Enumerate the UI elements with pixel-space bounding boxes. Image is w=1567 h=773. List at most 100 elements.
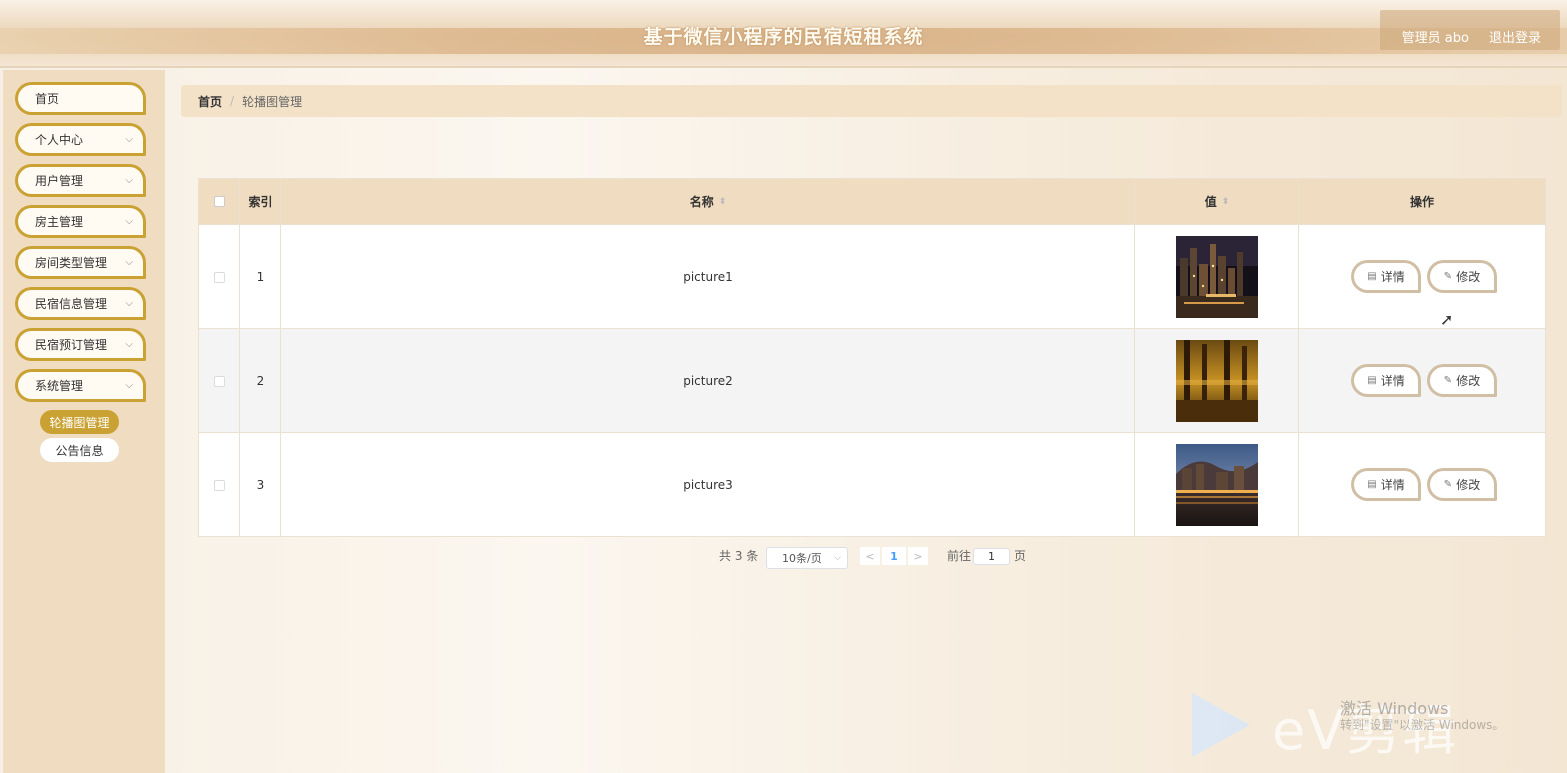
detail-button-label: 详情 [1380, 478, 1405, 492]
sidebar-item-label: 用户管理 [35, 174, 84, 188]
row-checkbox-cell [199, 433, 240, 537]
sidebar-item-profile[interactable]: 个人中心 ⌵ [15, 123, 146, 156]
row-checkbox-cell [199, 225, 240, 329]
column-header-name[interactable]: 名称 ⬍ [281, 179, 1135, 224]
windows-activation-hint: 转到"设置"以激活 Windows。 [1340, 718, 1505, 732]
column-header-name-label: 名称 [689, 195, 714, 209]
sidebar-item-label: 民宿信息管理 [35, 297, 108, 311]
row-checkbox-cell [199, 329, 240, 433]
page-size-select[interactable]: 10条/页 ⌵ [766, 547, 848, 569]
page-number-current[interactable]: 1 [882, 547, 906, 565]
carousel-table: 索引 名称 ⬍ 值 ⬍ 操作 1 picture1 ▤ 详情 ✎ 修改 2 pi… [198, 178, 1546, 537]
column-header-index: 索引 [248, 195, 273, 209]
pencil-icon: ✎ [1443, 479, 1453, 490]
row-name: picture1 [683, 270, 733, 284]
logout-link[interactable]: 退出登录 [1489, 27, 1541, 46]
top-header: 基于微信小程序的民宿短租系统 管理员 abo 退出登录 [0, 0, 1567, 68]
edit-button-label: 修改 [1456, 478, 1481, 492]
header-user-area: 管理员 abo 退出登录 [1402, 27, 1541, 46]
breadcrumb: 首页 / 轮播图管理 [181, 85, 1562, 117]
document-icon: ▤ [1367, 271, 1377, 282]
sort-icon[interactable]: ⬍ [1222, 197, 1230, 207]
table-row: 1 picture1 ▤ 详情 ✎ 修改 [199, 224, 1545, 328]
sidebar-item-homestay-info[interactable]: 民宿信息管理 ⌵ [15, 287, 146, 320]
prev-page-button[interactable]: < [860, 547, 880, 565]
sidebar-item-room-types[interactable]: 房间类型管理 ⌵ [15, 246, 146, 279]
column-divider [1134, 179, 1135, 536]
edit-button[interactable]: ✎ 修改 [1427, 468, 1497, 501]
sidebar-item-label: 系统管理 [35, 379, 84, 393]
breadcrumb-separator: / [230, 94, 235, 108]
city-dusk-reflection-thumbnail[interactable] [1176, 444, 1258, 526]
breadcrumb-current: 轮播图管理 [242, 94, 303, 109]
detail-button[interactable]: ▤ 详情 [1351, 468, 1421, 501]
sidebar-subitem-notices[interactable]: 公告信息 [40, 438, 119, 462]
row-name: picture3 [683, 478, 733, 492]
row-image-cell [1135, 329, 1299, 433]
sidebar-item-landlords[interactable]: 房主管理 ⌵ [15, 205, 146, 238]
sidebar-item-users[interactable]: 用户管理 ⌵ [15, 164, 146, 197]
column-divider [1298, 179, 1299, 536]
pencil-icon: ✎ [1443, 271, 1453, 282]
chevron-up-icon: ⌵ [125, 380, 133, 391]
sidebar-item-system[interactable]: 系统管理 ⌵ [15, 369, 146, 402]
detail-button-label: 详情 [1380, 374, 1405, 388]
goto-label: 前往 [947, 549, 972, 563]
column-divider [239, 179, 240, 536]
row-checkbox[interactable] [214, 479, 225, 491]
pencil-icon: ✎ [1443, 375, 1453, 386]
select-all-checkbox[interactable] [214, 196, 225, 207]
row-image-cell [1135, 225, 1299, 329]
row-index: 3 [256, 478, 265, 492]
chevron-down-icon: ⌵ [125, 175, 133, 186]
table-row: 2 picture2 ▤ 详情 ✎ 修改 [199, 328, 1545, 432]
edit-button-label: 修改 [1456, 374, 1481, 388]
page-size-value: 10条/页 [782, 552, 822, 565]
column-header-value[interactable]: 值 ⬍ [1135, 179, 1299, 224]
header-checkbox-cell [199, 179, 240, 224]
city-night-skyline-thumbnail[interactable] [1176, 236, 1258, 318]
chevron-down-icon: ⌵ [125, 339, 133, 350]
column-divider [280, 179, 281, 536]
column-header-value-label: 值 [1204, 195, 1217, 209]
table-header: 索引 名称 ⬍ 值 ⬍ 操作 [199, 179, 1545, 224]
document-icon: ▤ [1367, 479, 1377, 490]
detail-button-label: 详情 [1380, 270, 1405, 284]
admin-user-label: 管理员 abo [1401, 31, 1469, 46]
page-suffix: 页 [1014, 549, 1027, 563]
row-checkbox[interactable] [214, 375, 225, 387]
goto-page-input[interactable]: 1 [973, 548, 1010, 565]
document-icon: ▤ [1367, 375, 1377, 386]
sidebar-item-bookings[interactable]: 民宿预订管理 ⌵ [15, 328, 146, 361]
edit-button-label: 修改 [1456, 270, 1481, 284]
chevron-down-icon: ⌵ [834, 553, 841, 563]
sidebar-subitem-carousel[interactable]: 轮播图管理 [40, 410, 119, 434]
row-checkbox[interactable] [214, 271, 225, 283]
pagination-total: 共 3 条 [719, 549, 759, 563]
system-title: 基于微信小程序的民宿短租系统 [643, 26, 924, 48]
table-row: 3 picture3 ▤ 详情 ✎ 修改 [199, 432, 1545, 536]
sidebar-item-label: 个人中心 [35, 133, 84, 147]
row-name: picture2 [683, 374, 733, 388]
row-index: 2 [256, 374, 265, 388]
chevron-down-icon: ⌵ [125, 216, 133, 227]
sidebar-item-label: 房间类型管理 [35, 256, 108, 270]
detail-button[interactable]: ▤ 详情 [1351, 260, 1421, 293]
next-page-button[interactable]: > [908, 547, 928, 565]
edit-button[interactable]: ✎ 修改 [1427, 364, 1497, 397]
sidebar-item-label: 房主管理 [35, 215, 84, 229]
chevron-down-icon: ⌵ [125, 298, 133, 309]
edit-button[interactable]: ✎ 修改 [1427, 260, 1497, 293]
breadcrumb-home[interactable]: 首页 [198, 93, 222, 110]
chevron-down-icon: ⌵ [125, 257, 133, 268]
chevron-down-icon: ⌵ [125, 134, 133, 145]
detail-button[interactable]: ▤ 详情 [1351, 364, 1421, 397]
sidebar-item-label: 首页 [35, 92, 60, 106]
play-logo-icon [1192, 693, 1250, 757]
sidebar-item-home[interactable]: 首页 [15, 82, 146, 115]
row-index: 1 [256, 270, 265, 284]
row-image-cell [1135, 433, 1299, 537]
sort-icon[interactable]: ⬍ [719, 197, 727, 207]
golden-pier-sunset-thumbnail[interactable] [1176, 340, 1258, 422]
mouse-cursor-icon: ➚ [1440, 310, 1454, 329]
